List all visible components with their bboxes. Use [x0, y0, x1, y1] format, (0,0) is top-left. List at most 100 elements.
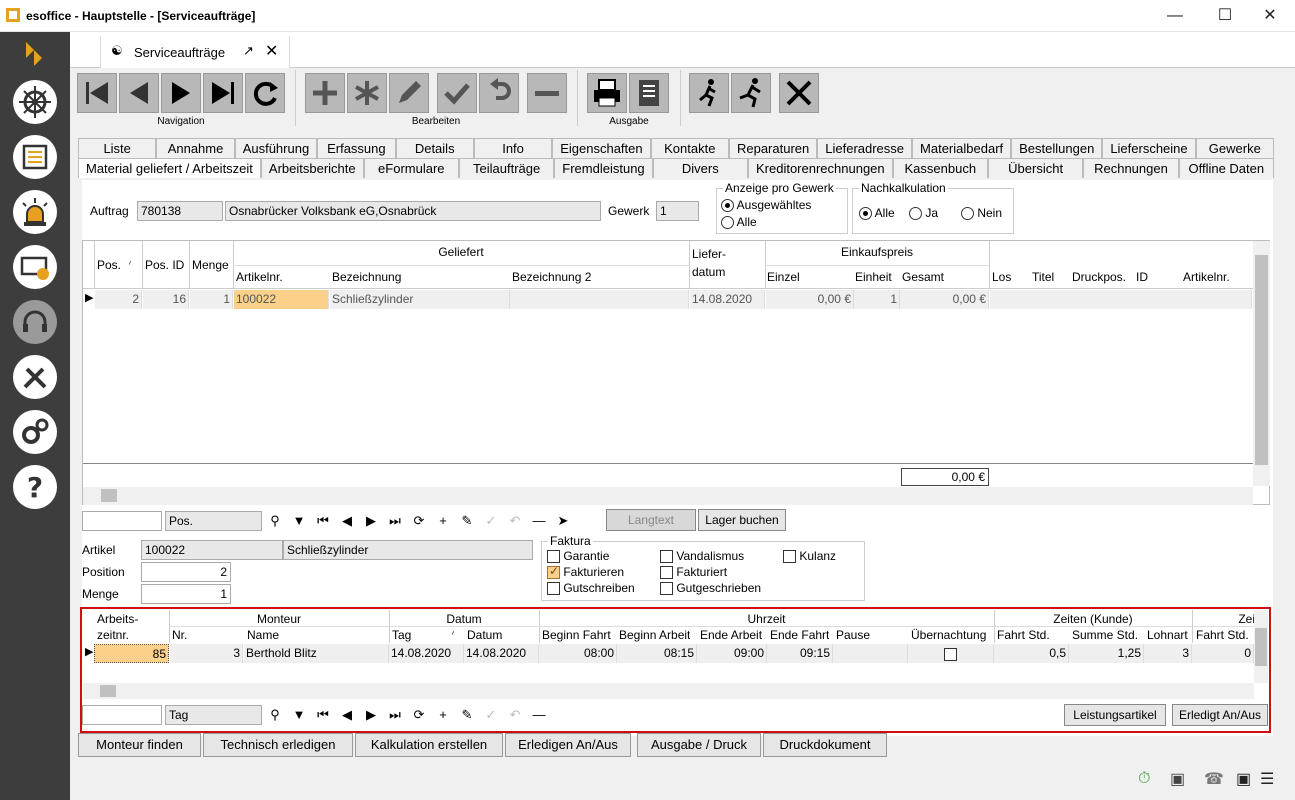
leistungsartikel-button[interactable]: Leistungsartikel	[1064, 704, 1166, 726]
add-button[interactable]	[305, 73, 345, 113]
tab-kontakte[interactable]: Kontakte	[650, 138, 729, 158]
helm-icon[interactable]	[13, 80, 57, 124]
search-column-field-2[interactable]: Tag	[165, 705, 262, 725]
tab-bestellungen[interactable]: Bestellungen	[1011, 138, 1103, 158]
tools-icon[interactable]	[13, 355, 57, 399]
last-record-button[interactable]	[203, 73, 243, 113]
tab-reparaturen[interactable]: Reparaturen	[728, 138, 818, 158]
tab-details[interactable]: Details	[395, 138, 474, 158]
col-menge[interactable]: Menge	[192, 258, 229, 272]
brand-arrows-icon[interactable]	[24, 40, 46, 68]
run-icon[interactable]: ➤	[554, 512, 572, 530]
first-icon[interactable]: ⏮	[314, 512, 332, 530]
add-icon[interactable]: +	[434, 512, 452, 530]
tab-übersicht[interactable]: Übersicht	[987, 158, 1084, 178]
help-icon[interactable]: ?	[13, 465, 57, 509]
calendar-icon[interactable]	[13, 135, 57, 179]
col-id[interactable]: ID	[1136, 270, 1148, 284]
material-grid[interactable]: Pos. ⁄ Pos. ID Menge Geliefert Artikelnr…	[82, 240, 1270, 505]
col-titel[interactable]: Titel	[1032, 270, 1054, 284]
col-uebernachtung[interactable]: Übernachtung	[911, 628, 986, 642]
refresh-button[interactable]	[245, 73, 285, 113]
timer-icon[interactable]: ⏱	[1138, 770, 1150, 788]
col-datum[interactable]: Datum	[467, 628, 502, 642]
tab-liste[interactable]: Liste	[78, 138, 157, 158]
first-record-button[interactable]	[77, 73, 117, 113]
horizontal-scrollbar[interactable]	[83, 487, 1253, 505]
druckdokument-button[interactable]: Druckdokument	[763, 733, 887, 757]
col-nr[interactable]: Nr.	[172, 628, 187, 642]
refresh-icon[interactable]: ⟳	[410, 706, 428, 724]
table-row[interactable]: ▶ 2 16 1 100022 Schließzylinder 14.08.20…	[83, 290, 1253, 310]
tab-gewerke[interactable]: Gewerke	[1195, 138, 1274, 158]
filter-icon[interactable]: ▼	[290, 706, 308, 724]
col-name[interactable]: Name	[247, 628, 279, 642]
tab-rechnungen[interactable]: Rechnungen	[1083, 158, 1179, 178]
col-los[interactable]: Los	[992, 270, 1011, 284]
radio-alle[interactable]: Alle	[721, 215, 757, 230]
radio-nachkalk-ja[interactable]: Ja	[909, 206, 938, 221]
money-icon[interactable]	[13, 245, 57, 289]
close-tab-icon[interactable]: ✕	[265, 41, 278, 61]
tab-material-geliefert-arbeitszeit[interactable]: Material geliefert / Arbeitszeit	[78, 158, 261, 178]
tab-lieferadresse[interactable]: Lieferadresse	[817, 138, 913, 158]
garantie-checkbox[interactable]: Garantie	[547, 549, 609, 564]
col-einzel[interactable]: Einzel	[767, 270, 800, 284]
quick-search-input[interactable]	[82, 511, 162, 531]
minimize-icon[interactable]: —	[1155, 4, 1195, 28]
tab-eigenschaften[interactable]: Eigenschaften	[552, 138, 651, 158]
headset-icon[interactable]	[13, 300, 57, 344]
vertical-scrollbar[interactable]	[1253, 241, 1270, 486]
tab-divers[interactable]: Divers	[652, 158, 748, 178]
technisch-erledigen-button[interactable]: Technisch erledigen	[203, 733, 353, 757]
maximize-icon[interactable]: ☐	[1205, 4, 1245, 28]
gutgeschrieben-checkbox[interactable]: Gutgeschrieben	[660, 581, 761, 596]
col-artikelnr[interactable]: Artikelnr.	[236, 270, 283, 284]
tab-arbeitsberichte[interactable]: Arbeitsberichte	[260, 158, 364, 178]
next-record-button[interactable]	[161, 73, 201, 113]
edit-pencil-button[interactable]	[389, 73, 429, 113]
first-icon[interactable]: ⏮	[314, 706, 332, 724]
vertical-scrollbar-2[interactable]	[1254, 610, 1268, 683]
filter-icon[interactable]: ▼	[290, 512, 308, 530]
next-icon[interactable]: ▶	[362, 512, 380, 530]
search-column-field[interactable]: Pos.	[165, 511, 262, 531]
quick-search-input-2[interactable]	[82, 705, 162, 725]
refresh-icon[interactable]: ⟳	[410, 512, 428, 530]
search-icon[interactable]: ⚲	[266, 512, 284, 530]
search-icon[interactable]: ⚲	[266, 706, 284, 724]
radio-nachkalk-nein[interactable]: Nein	[961, 206, 1002, 221]
add-icon[interactable]: +	[434, 706, 452, 724]
tab-offline-daten[interactable]: Offline Daten	[1178, 158, 1274, 178]
lock-icon[interactable]: ▣	[1236, 769, 1251, 789]
gutschreiben-checkbox[interactable]: Gutschreiben	[547, 581, 635, 596]
undo-button[interactable]	[479, 73, 519, 113]
building-icon[interactable]: ▣	[1170, 769, 1185, 789]
undo-icon[interactable]: ↶	[506, 512, 524, 530]
print-button[interactable]	[587, 73, 627, 113]
col-ende-arbeit[interactable]: Ende Arbeit	[700, 628, 762, 642]
asterisk-button[interactable]	[347, 73, 387, 113]
col-summe-std[interactable]: Summe Std.	[1072, 628, 1138, 642]
tab-materialbedarf[interactable]: Materialbedarf	[912, 138, 1012, 158]
col-az-1[interactable]: Arbeits-	[97, 612, 138, 626]
monteur-finden-button[interactable]: Monteur finden	[78, 733, 201, 757]
next-icon[interactable]: ▶	[362, 706, 380, 724]
col-artikelnr-2[interactable]: Artikelnr.	[1183, 270, 1230, 284]
database-icon[interactable]: ☰	[1260, 769, 1274, 789]
table-row[interactable]: ▶ 85 3 Berthold Blitz 14.08.2020 14.08.2…	[83, 644, 1254, 664]
edit-icon[interactable]: ✎	[458, 512, 476, 530]
position-field[interactable]: 2	[141, 562, 231, 582]
prev-record-button[interactable]	[119, 73, 159, 113]
prev-icon[interactable]: ◀	[338, 706, 356, 724]
tab-annahme[interactable]: Annahme	[156, 138, 235, 158]
col-beginn-arbeit[interactable]: Beginn Arbeit	[619, 628, 690, 642]
col-druckpos[interactable]: Druckpos.	[1072, 270, 1126, 284]
walk-exit-button[interactable]	[689, 73, 729, 113]
check-icon[interactable]: ✓	[482, 512, 500, 530]
minus-icon[interactable]: —	[530, 512, 548, 530]
col-gesamt[interactable]: Gesamt	[902, 270, 944, 284]
prev-icon[interactable]: ◀	[338, 512, 356, 530]
popout-icon[interactable]: ↗	[243, 43, 254, 59]
undo-icon[interactable]: ↶	[506, 706, 524, 724]
